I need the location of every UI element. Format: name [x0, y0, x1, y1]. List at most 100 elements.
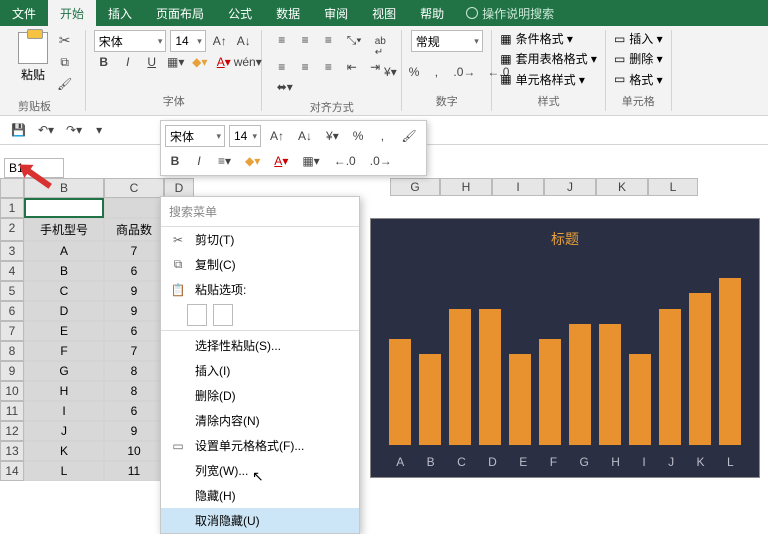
paste-button[interactable]: 粘贴 [14, 30, 52, 85]
cell[interactable]: 9 [104, 301, 164, 321]
cell[interactable]: 6 [104, 401, 164, 421]
cell[interactable]: 6 [104, 261, 164, 281]
copy-button[interactable]: ⧉ [52, 52, 77, 72]
mini-inc-decimal-icon[interactable]: .0→ [365, 151, 397, 171]
col-header[interactable]: C [104, 178, 164, 198]
chart-bar[interactable] [689, 293, 711, 445]
row-header[interactable]: 11 [0, 401, 24, 421]
row-header[interactable]: 3 [0, 241, 24, 261]
ctx-item[interactable]: 插入(I) [161, 358, 359, 383]
col-header[interactable]: J [544, 178, 596, 196]
fill-color-button[interactable]: ◆▾ [190, 52, 210, 72]
border-button[interactable]: ▦▾ [166, 52, 186, 72]
cell[interactable]: 手机型号 [24, 218, 104, 241]
cell[interactable]: 9 [104, 421, 164, 441]
cell[interactable] [104, 198, 164, 218]
align-mid-icon[interactable]: ≡ [295, 30, 315, 50]
col-header[interactable]: I [492, 178, 544, 196]
cell[interactable]: B [24, 261, 104, 281]
col-header[interactable]: D [164, 178, 194, 198]
mini-size-select[interactable]: 14 [229, 125, 261, 147]
cell[interactable]: 7 [104, 241, 164, 261]
cell[interactable]: 8 [104, 361, 164, 381]
font-size-select[interactable]: 14 [170, 30, 205, 52]
wrap-text-button[interactable]: ab↵ [370, 37, 391, 57]
ctx-item[interactable]: 隐藏(H) [161, 483, 359, 508]
tab-公式[interactable]: 公式 [216, 0, 264, 26]
ctx-item[interactable]: 删除(D) [161, 383, 359, 408]
cell[interactable]: 7 [104, 341, 164, 361]
col-header[interactable]: K [596, 178, 648, 196]
tab-开始[interactable]: 开始 [48, 0, 96, 26]
redo-button[interactable]: ↷▾ [61, 120, 87, 140]
style-套用表格格式[interactable]: ▦套用表格格式 ▾ [500, 50, 597, 67]
chart-bar[interactable] [719, 278, 741, 445]
cell[interactable]: D [24, 301, 104, 321]
indent-dec-icon[interactable]: ⇤ [342, 57, 362, 77]
underline-button[interactable]: U [142, 52, 162, 72]
context-search[interactable]: 搜索菜单 [161, 197, 359, 227]
mini-align-icon[interactable]: ≡▾ [213, 151, 236, 171]
paste-option-icon[interactable] [213, 304, 233, 326]
col-header[interactable]: L [648, 178, 698, 196]
cell[interactable]: C [24, 281, 104, 301]
bold-button[interactable]: B [94, 52, 114, 72]
row-header[interactable]: 8 [0, 341, 24, 361]
cell[interactable]: 8 [104, 381, 164, 401]
cell[interactable]: G [24, 361, 104, 381]
phonetic-button[interactable]: wén▾ [238, 52, 258, 72]
chart-bar[interactable] [479, 309, 501, 446]
chart-bar[interactable] [389, 339, 411, 445]
cell[interactable]: 商品数 [104, 218, 164, 241]
orientation-icon[interactable]: ⤡▾ [342, 31, 367, 51]
mini-fill-icon[interactable]: ◆▾ [240, 151, 265, 171]
style-单元格样式[interactable]: ▦单元格样式 ▾ [500, 71, 585, 88]
cell[interactable]: A [24, 241, 104, 261]
italic-button[interactable]: I [118, 52, 138, 72]
mini-italic-button[interactable]: I [189, 151, 209, 171]
style-条件格式[interactable]: ▦条件格式 ▾ [500, 30, 573, 47]
tab-数据[interactable]: 数据 [264, 0, 312, 26]
inc-decimal-icon[interactable]: .0→ [448, 62, 480, 82]
comma-icon[interactable]: , [426, 62, 446, 82]
ctx-item[interactable]: ✂剪切(T) [161, 227, 359, 252]
mini-comma-icon[interactable]: , [372, 126, 392, 146]
chart-bar[interactable] [509, 354, 531, 445]
row-header[interactable]: 14 [0, 461, 24, 481]
decrease-font-icon[interactable]: A↓ [234, 31, 254, 51]
align-center-icon[interactable]: ≡ [295, 57, 315, 77]
cell[interactable]: 10 [104, 441, 164, 461]
row-header[interactable]: 2 [0, 218, 24, 241]
tab-帮助[interactable]: 帮助 [408, 0, 456, 26]
row-header[interactable]: 6 [0, 301, 24, 321]
col-header[interactable]: H [440, 178, 492, 196]
chart-bar[interactable] [539, 339, 561, 445]
col-header[interactable]: G [390, 178, 440, 196]
cell-删除[interactable]: ▭删除 ▾ [614, 50, 663, 67]
number-format-select[interactable]: 常规 [411, 30, 483, 52]
col-header[interactable]: B [24, 178, 104, 198]
qat-customize-icon[interactable]: ▾ [89, 120, 109, 140]
row-header[interactable]: 9 [0, 361, 24, 381]
row-header[interactable]: 12 [0, 421, 24, 441]
ctx-item[interactable]: 清除内容(N) [161, 408, 359, 433]
chart-bar[interactable] [599, 324, 621, 445]
paste-option-icon[interactable] [187, 304, 207, 326]
cell[interactable]: K [24, 441, 104, 461]
cell[interactable] [24, 198, 104, 218]
align-bot-icon[interactable]: ≡ [318, 30, 338, 50]
cell-格式[interactable]: ▭格式 ▾ [614, 71, 663, 88]
cell[interactable]: E [24, 321, 104, 341]
increase-font-icon[interactable]: A↑ [210, 31, 230, 51]
tell-me-search[interactable]: 操作说明搜索 [466, 0, 554, 26]
chart[interactable]: 标题 ABCDEFGHIJKL [370, 218, 760, 478]
row-header[interactable]: 5 [0, 281, 24, 301]
align-right-icon[interactable]: ≡ [318, 57, 338, 77]
save-button[interactable]: 💾 [6, 120, 31, 140]
mini-dec-decimal-icon[interactable]: ←.0 [329, 151, 361, 171]
cell[interactable]: 6 [104, 321, 164, 341]
tab-视图[interactable]: 视图 [360, 0, 408, 26]
mini-percent-icon[interactable]: % [348, 126, 369, 146]
cell[interactable]: L [24, 461, 104, 481]
mini-font-color-icon[interactable]: A▾ [269, 151, 293, 171]
